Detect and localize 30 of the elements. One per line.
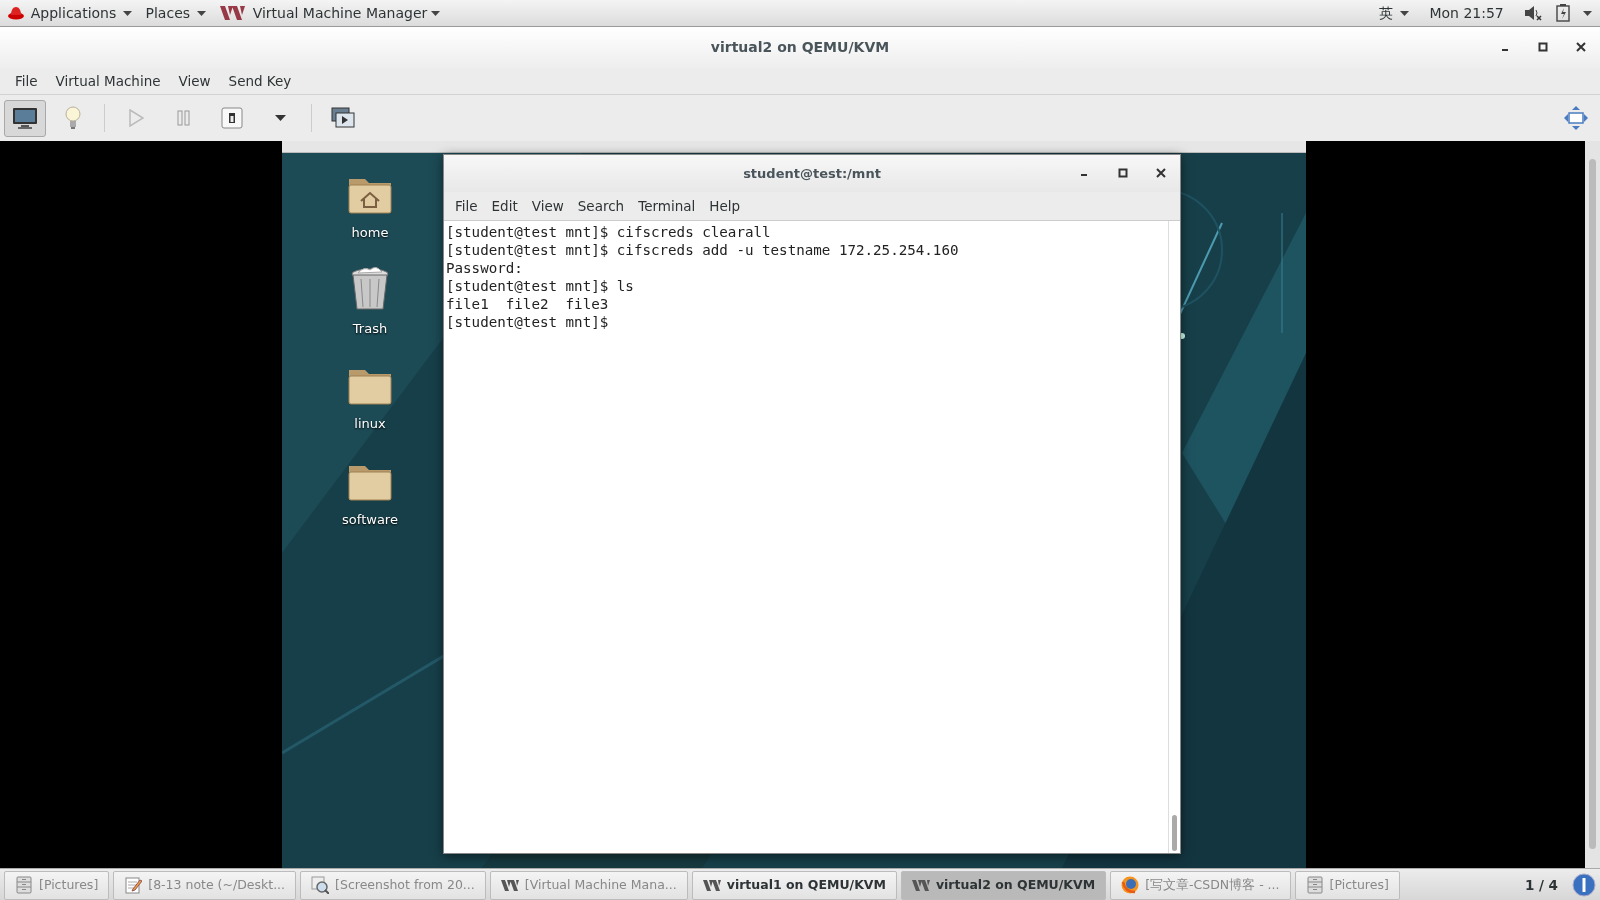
workspace-pager[interactable]: 1 / 4 [1514,874,1568,896]
taskbar-button[interactable]: virtual2 on QEMU/KVM [900,870,1107,900]
icon-label[interactable]: Trash [352,318,388,338]
menu-item[interactable]: File [8,70,45,92]
menu-item[interactable]: View [171,70,218,92]
places-menu[interactable]: Places [145,2,206,24]
terminal-line: [student@test mnt]$ [446,313,610,331]
menu-item[interactable]: Send Key [221,70,299,92]
input-method-menu[interactable]: 英 [1379,2,1410,24]
window-title: virtual2 on QEMU/KVM [710,38,890,57]
icon-label[interactable]: linux [354,414,386,434]
taskbar-button[interactable]: virtual1 on QEMU/KVM [691,870,897,900]
terminal-line: [student@test mnt]$ cifscreds add -u testname 172.25.254.160 [446,241,960,259]
menu-item[interactable]: Help [702,195,748,217]
applications-menu[interactable]: Applications [8,2,133,24]
icon-label[interactable]: software [342,509,398,529]
terminal-line: [student@test mnt]$ ls [446,277,635,295]
menu-item[interactable]: Terminal [631,195,703,217]
window-title: student@test:/mnt [743,164,881,183]
menu-item[interactable]: Edit [484,195,525,217]
app-menu[interactable]: Virtual Machine Manager [219,2,440,24]
terminal-line: file1 file2 file3 [446,295,610,313]
menu-item[interactable]: Virtual Machine [48,70,168,92]
icon-label[interactable]: home [351,223,389,243]
menu-item[interactable]: View [524,195,571,217]
clock[interactable]: Mon 21:57 [1429,2,1504,24]
menu-item[interactable]: File [448,195,485,217]
terminal-line: [student@test mnt]$ cifscreds clearall [446,223,772,241]
terminal-line: Password: [446,259,524,277]
menu-item[interactable]: Search [570,195,632,217]
